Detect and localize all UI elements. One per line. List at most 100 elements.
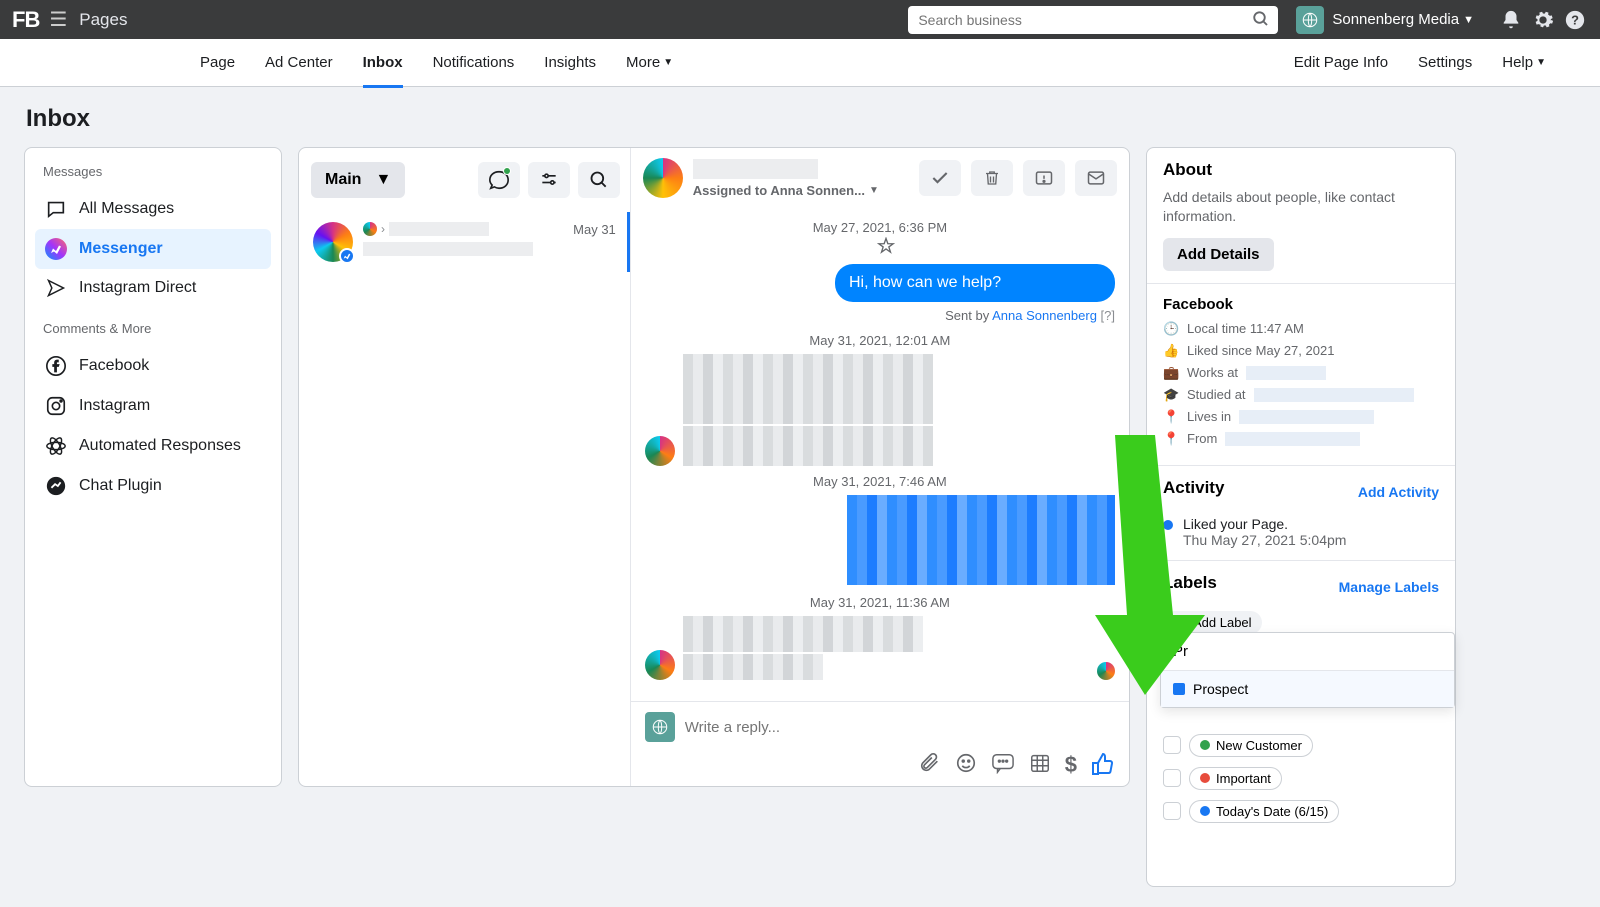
email-button[interactable] [1075, 160, 1117, 196]
sidebar-item-label: Messenger [79, 240, 163, 258]
redacted-message [683, 426, 933, 466]
redacted-message [683, 354, 933, 424]
business-avatar [645, 712, 675, 742]
label-option-todays-date[interactable]: Today's Date (6/15) [1163, 800, 1339, 823]
color-dot-icon [1200, 740, 1210, 750]
tab-ad-center[interactable]: Ad Center [265, 39, 333, 87]
liked-since: Liked since May 27, 2021 [1187, 343, 1334, 358]
caret-down-icon[interactable]: ▼ [869, 185, 879, 196]
sent-by-text: Sent by Anna Sonnenberg [?] [645, 308, 1115, 323]
attachment-icon[interactable] [919, 752, 941, 778]
left-sidebar: Messages All Messages Messenger Instagra… [24, 147, 282, 787]
label-option-prospect[interactable]: Prospect [1161, 671, 1454, 707]
sidebar-automated-responses[interactable]: Automated Responses [35, 426, 271, 466]
star-icon[interactable] [877, 237, 895, 255]
search-input[interactable] [908, 6, 1278, 34]
pages-label[interactable]: Pages [79, 10, 127, 30]
svg-text:?: ? [1571, 12, 1579, 27]
business-caret-icon[interactable]: ▼ [1463, 14, 1474, 26]
help-icon[interactable]: ? [1562, 9, 1588, 31]
business-avatar[interactable] [1296, 6, 1324, 34]
settings[interactable]: Settings [1418, 39, 1472, 87]
tab-more[interactable]: More▼ [626, 39, 673, 87]
folder-dropdown[interactable]: Main ▼ [311, 162, 405, 198]
add-details-button[interactable]: Add Details [1163, 238, 1274, 271]
facebook-heading: Facebook [1163, 296, 1439, 313]
dollar-icon[interactable]: $ [1065, 752, 1077, 778]
manage-labels-link[interactable]: Manage Labels [1339, 579, 1439, 595]
label-option-important[interactable]: Important [1163, 767, 1282, 790]
color-square-icon [1173, 683, 1185, 695]
chat-plugin-icon [45, 475, 67, 497]
sidebar-facebook[interactable]: Facebook [35, 346, 271, 386]
minus-icon: − [1173, 615, 1187, 629]
gear-icon[interactable] [1530, 9, 1556, 31]
activity-time: Thu May 27, 2021 5:04pm [1183, 532, 1346, 548]
emoji-icon[interactable] [955, 752, 977, 778]
page-heading: Inbox [0, 87, 1600, 147]
sidebar-item-label: Instagram [79, 397, 150, 415]
chat-icon [45, 198, 67, 220]
appointments-icon[interactable] [1029, 752, 1051, 778]
sidebar-item-label: Chat Plugin [79, 477, 162, 495]
sidebar-chat-plugin[interactable]: Chat Plugin [35, 466, 271, 506]
conversation-item[interactable]: › May 31 [299, 212, 630, 272]
bell-icon[interactable] [1498, 9, 1524, 31]
label-search-input[interactable] [1173, 643, 1442, 660]
checkbox[interactable] [1163, 736, 1181, 754]
local-time: Local time 11:47 AM [1187, 321, 1304, 336]
timestamp: May 31, 2021, 11:36 AM [645, 595, 1115, 610]
edit-page-info[interactable]: Edit Page Info [1294, 39, 1388, 87]
filter-button[interactable] [528, 162, 570, 198]
search-conversations-button[interactable] [578, 162, 620, 198]
avatar [645, 650, 675, 680]
delete-button[interactable] [971, 160, 1013, 196]
tab-inbox[interactable]: Inbox [363, 39, 403, 87]
sidebar-instagram-direct[interactable]: Instagram Direct [35, 269, 271, 307]
label-text: Today's Date (6/15) [1216, 804, 1328, 819]
business-name[interactable]: Sonnenberg Media [1332, 11, 1459, 28]
avatar [643, 158, 683, 198]
topbar: FB ☰ Pages Sonnenberg Media ▼ ? [0, 0, 1600, 39]
spam-button[interactable] [1023, 160, 1065, 196]
tab-page[interactable]: Page [200, 39, 235, 87]
new-chat-button[interactable] [478, 162, 520, 198]
location-icon: 📍 [1163, 431, 1179, 447]
reply-input[interactable] [685, 719, 1115, 736]
sidebar-all-messages[interactable]: All Messages [35, 189, 271, 229]
sidebar-item-label: Instagram Direct [79, 279, 196, 297]
redacted [1239, 410, 1374, 424]
hamburger-icon[interactable]: ☰ [49, 7, 67, 32]
location-icon: 📍 [1163, 409, 1179, 425]
tab-insights[interactable]: Insights [544, 39, 596, 87]
atom-icon [45, 435, 67, 457]
activity-bullet-icon [1163, 520, 1173, 530]
sidebar-instagram[interactable]: Instagram [35, 386, 271, 426]
assigned-to-label[interactable]: Assigned to Anna Sonnen... [693, 183, 865, 198]
reply-composer[interactable] [631, 702, 1129, 742]
saved-replies-icon[interactable] [991, 752, 1015, 778]
comments-header: Comments & More [35, 321, 271, 346]
facebook-info-section: Facebook 🕒Local time 11:47 AM 👍Liked sin… [1147, 284, 1455, 466]
redacted-message-sent [847, 495, 1115, 585]
search-icon[interactable] [1252, 10, 1270, 28]
mark-done-button[interactable] [919, 160, 961, 196]
thumbs-up-icon[interactable] [1091, 752, 1115, 778]
label-option-new-customer[interactable]: New Customer [1163, 734, 1313, 757]
sender-link[interactable]: Anna Sonnenberg [992, 308, 1097, 323]
conversation-header: Assigned to Anna Sonnen... ▼ [631, 148, 1129, 208]
avatar [313, 222, 353, 262]
tab-notifications[interactable]: Notifications [433, 39, 515, 87]
help[interactable]: Help▼ [1502, 39, 1546, 87]
redacted-name [693, 159, 818, 179]
color-dot-icon [1200, 773, 1210, 783]
activity-text: Liked your Page. [1183, 516, 1346, 532]
add-label-button[interactable]: − Add Label [1163, 611, 1262, 634]
activity-heading: Activity [1163, 478, 1224, 498]
search-business[interactable] [908, 6, 1278, 34]
checkbox[interactable] [1163, 769, 1181, 787]
caret-down-icon: ▼ [1536, 57, 1546, 68]
sidebar-messenger[interactable]: Messenger [35, 229, 271, 269]
checkbox[interactable] [1163, 802, 1181, 820]
add-activity-link[interactable]: Add Activity [1358, 484, 1439, 500]
